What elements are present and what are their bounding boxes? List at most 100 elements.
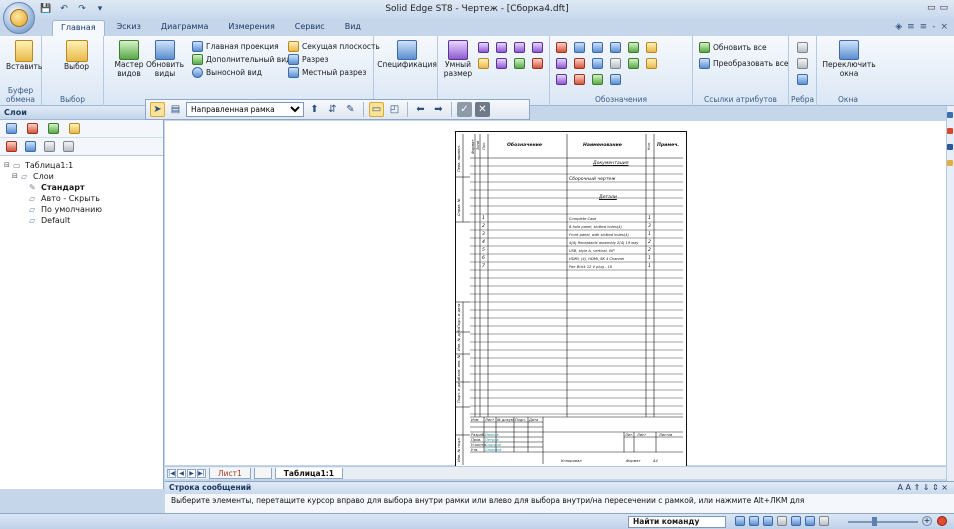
drawing-sheet[interactable]: Обозначение Наименование Примеч. Формат … bbox=[455, 131, 687, 468]
weld-symbol-icon[interactable] bbox=[610, 42, 621, 53]
zoom-slider-track[interactable] bbox=[848, 521, 918, 523]
tab-diagram[interactable]: Диаграмма bbox=[153, 20, 217, 36]
layer-show-icon[interactable] bbox=[48, 123, 59, 134]
layer-add-icon[interactable] bbox=[6, 141, 17, 152]
symmetric-dim-icon[interactable] bbox=[532, 42, 543, 53]
select-tool-icon[interactable]: ➤ bbox=[150, 102, 165, 117]
next-sheet-button[interactable]: ▶ bbox=[187, 468, 196, 478]
filter-select-icon[interactable]: ✎ bbox=[343, 102, 358, 117]
first-sheet-button[interactable]: |◀ bbox=[167, 468, 176, 478]
add-select-icon[interactable]: ⬆ bbox=[307, 102, 322, 117]
centerline-icon[interactable] bbox=[556, 74, 567, 85]
zoom-slider-thumb[interactable] bbox=[872, 517, 877, 526]
layout-icon[interactable]: ≡ bbox=[920, 22, 928, 32]
select-button[interactable]: Выбор bbox=[64, 40, 89, 71]
layer-hide-icon[interactable] bbox=[69, 123, 80, 134]
detail-view-button[interactable]: Выносной вид bbox=[192, 67, 262, 78]
zoom-area-icon[interactable] bbox=[749, 516, 759, 526]
smart-dimension-button[interactable]: Умный размер bbox=[442, 40, 474, 78]
tab-measure[interactable]: Измерения bbox=[220, 20, 282, 36]
additional-view-button[interactable]: Дополнительный вид bbox=[192, 54, 291, 65]
layer-properties-icon[interactable] bbox=[63, 141, 74, 152]
pan-icon[interactable] bbox=[735, 516, 745, 526]
zoom-out-icon[interactable] bbox=[819, 516, 829, 526]
distance-between-icon[interactable] bbox=[478, 42, 489, 53]
tree-item-table[interactable]: ⊟ ▭ Таблица1:1 bbox=[4, 160, 159, 171]
previous-arrow-icon[interactable]: ⬅ bbox=[413, 102, 428, 117]
tab-view[interactable]: Вид bbox=[337, 20, 369, 36]
layers-tab-icon[interactable] bbox=[6, 123, 17, 134]
minimize-button[interactable]: ▭ bbox=[927, 3, 936, 13]
leader-icon[interactable] bbox=[556, 42, 567, 53]
feature-control-frame-icon[interactable] bbox=[556, 58, 567, 69]
zoom-icon[interactable] bbox=[763, 516, 773, 526]
zoom-in-icon[interactable]: + bbox=[922, 516, 932, 526]
dock-tab-blue-icon[interactable] bbox=[947, 112, 953, 118]
doc-close-button[interactable]: × bbox=[940, 22, 948, 32]
inside-frame-icon[interactable]: ▭ bbox=[369, 102, 384, 117]
sheet-view-icon[interactable] bbox=[791, 516, 801, 526]
text-box-icon[interactable] bbox=[610, 58, 621, 69]
section-button[interactable]: Разрез bbox=[288, 54, 328, 65]
find-command-input[interactable]: Найти команду bbox=[628, 516, 726, 528]
window-view-icon[interactable] bbox=[805, 516, 815, 526]
cancel-icon[interactable]: ✕ bbox=[475, 102, 490, 117]
dimension-style-icon[interactable] bbox=[514, 58, 525, 69]
tab-home[interactable]: Главная bbox=[52, 20, 105, 36]
message-bar-controls[interactable]: A A ⇑ ⇓ ⇕ × bbox=[898, 482, 948, 494]
edge-painter-icon[interactable] bbox=[797, 74, 808, 85]
options-icon[interactable]: ≡ bbox=[907, 22, 915, 32]
doc-minimize-button[interactable]: - bbox=[932, 22, 935, 32]
layer-new-icon[interactable] bbox=[27, 123, 38, 134]
stop-icon[interactable] bbox=[937, 516, 947, 526]
balloon-icon[interactable] bbox=[574, 42, 585, 53]
parts-list-button[interactable]: Спецификация bbox=[377, 40, 437, 69]
annotation-settings-icon[interactable] bbox=[610, 74, 621, 85]
tree-toggle-icon[interactable]: ⊟ bbox=[4, 160, 13, 171]
update-views-button[interactable]: Обновить виды bbox=[146, 40, 184, 78]
frame-mode-select[interactable]: Направленная рамка bbox=[186, 102, 304, 117]
datum-target-icon[interactable] bbox=[592, 58, 603, 69]
connector-icon[interactable] bbox=[574, 74, 585, 85]
main-projection-button[interactable]: Главная проекция bbox=[192, 41, 279, 52]
tree-toggle-icon[interactable]: ⊟ bbox=[12, 171, 21, 182]
layer-move-icon[interactable] bbox=[25, 141, 36, 152]
overlap-frame-icon[interactable]: ◰ bbox=[387, 102, 402, 117]
section-plane-button[interactable]: Секущая плоскость bbox=[288, 41, 380, 52]
paste-button[interactable]: Вставить bbox=[6, 40, 42, 71]
surface-texture-icon[interactable] bbox=[592, 42, 603, 53]
fit-icon[interactable] bbox=[777, 516, 787, 526]
retrieve-dim-icon[interactable] bbox=[532, 58, 543, 69]
tree-item-default[interactable]: ▱ Default bbox=[4, 215, 159, 226]
center-mark-icon[interactable] bbox=[628, 58, 639, 69]
chamfer-dim-icon[interactable] bbox=[478, 58, 489, 69]
show-edges-icon[interactable] bbox=[797, 42, 808, 53]
prev-sheet-button[interactable]: ◀ bbox=[177, 468, 186, 478]
layer-delete-icon[interactable] bbox=[44, 141, 55, 152]
update-all-button[interactable]: Обновить все bbox=[699, 42, 767, 53]
application-button[interactable] bbox=[3, 2, 35, 34]
help-icon[interactable]: ◈ bbox=[895, 22, 902, 32]
datum-frame-icon[interactable] bbox=[574, 58, 585, 69]
tree-item-auto-hide[interactable]: ▱ Авто - Скрыть bbox=[4, 193, 159, 204]
local-section-button[interactable]: Местный разрез bbox=[288, 67, 366, 78]
sheet-tab-table[interactable]: Таблица1:1 bbox=[274, 467, 343, 479]
edge-condition-icon[interactable] bbox=[628, 42, 639, 53]
tab-tools[interactable]: Сервис bbox=[287, 20, 333, 36]
angular-coordinate-icon[interactable] bbox=[496, 58, 507, 69]
bolt-hole-circle-icon[interactable] bbox=[646, 58, 657, 69]
tree-item-standard[interactable]: ✎ Стандарт bbox=[4, 182, 159, 193]
dock-tab-dark-icon[interactable] bbox=[947, 144, 953, 150]
view-wizard-button[interactable]: Мастер видов bbox=[114, 40, 144, 78]
select-settings-icon[interactable]: ▤ bbox=[168, 102, 183, 117]
text-icon[interactable] bbox=[646, 42, 657, 53]
accept-icon[interactable]: ✓ bbox=[457, 102, 472, 117]
angle-between-icon[interactable] bbox=[496, 42, 507, 53]
sheet-tab-sheet1[interactable]: Лист1 bbox=[209, 467, 251, 479]
sheet-tab-background-icon[interactable] bbox=[253, 467, 272, 479]
switch-windows-button[interactable]: Переключить окна bbox=[822, 40, 876, 78]
hide-edges-icon[interactable] bbox=[797, 58, 808, 69]
tree-item-layers[interactable]: ⊟ ▱ Слои bbox=[4, 171, 159, 182]
coordinate-dim-icon[interactable] bbox=[514, 42, 525, 53]
callout-icon[interactable] bbox=[592, 74, 603, 85]
